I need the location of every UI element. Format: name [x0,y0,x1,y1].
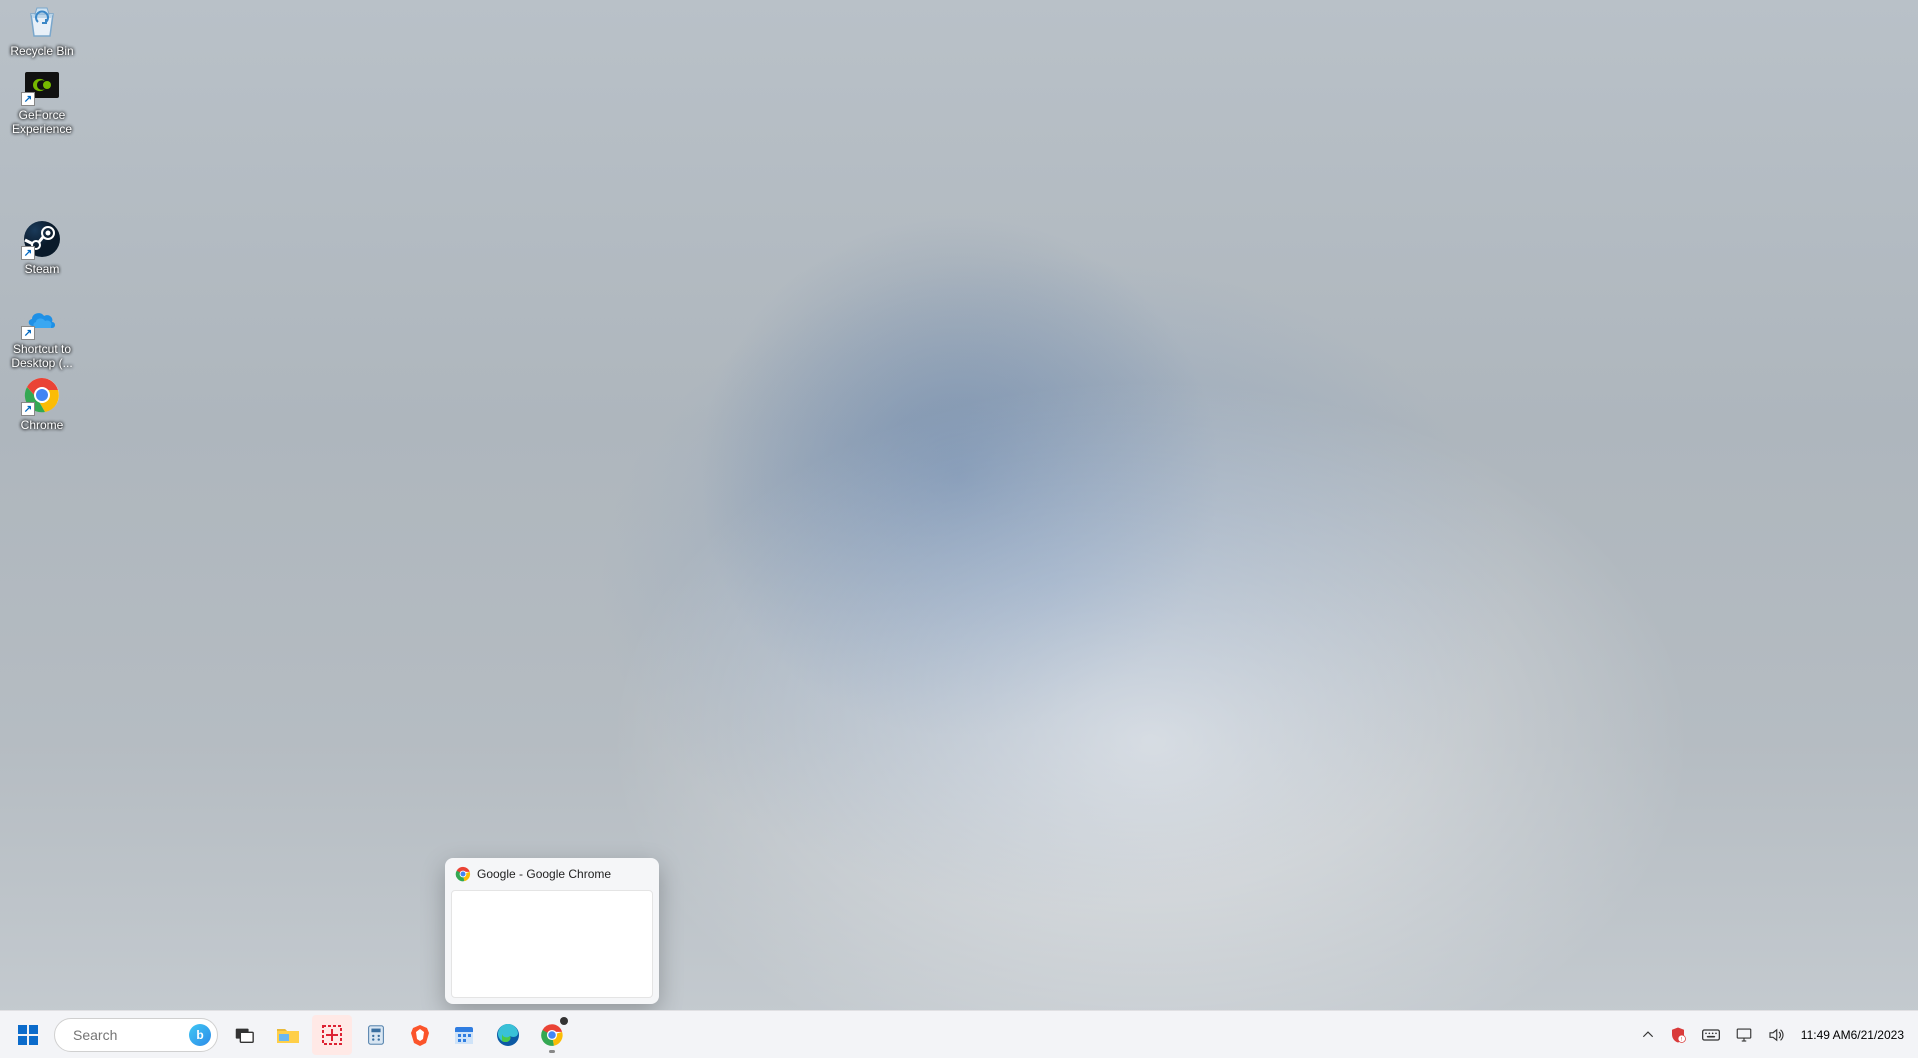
task-view-button[interactable] [224,1015,264,1055]
onedrive-icon [21,298,63,340]
folder-icon [275,1022,301,1048]
windows-logo-icon [16,1023,40,1047]
chrome-icon [21,374,63,416]
taskbar-search[interactable]: b [54,1018,218,1052]
shortcut-arrow-icon [21,402,35,416]
shield-icon: ! [1669,1026,1687,1044]
steam-icon [21,218,63,260]
shortcut-arrow-icon [21,326,35,340]
speaker-icon [1767,1026,1785,1044]
system-tray: ! [1635,1011,1912,1058]
brave-browser-button[interactable] [400,1015,440,1055]
clock-date: 6/21/2023 [1851,1028,1904,1042]
desktop-icon-label: Chrome [4,418,80,432]
taskbar: b [0,1010,1918,1058]
monitor-network-icon [1735,1026,1753,1044]
svg-text:!: ! [1681,1037,1682,1043]
desktop-icon-geforce[interactable]: GeForce Experience [4,64,80,136]
desktop-icon-steam[interactable]: Steam [4,218,80,276]
calendar-button[interactable] [444,1015,484,1055]
thumbnail-body[interactable] [451,890,653,998]
desktop-wallpaper[interactable] [0,0,1918,1058]
thumbnail-title: Google - Google Chrome [477,867,611,881]
shortcut-arrow-icon [21,246,35,260]
tray-network-button[interactable] [1729,1015,1759,1055]
chrome-icon [540,1023,564,1047]
desktop-icon-label: Recycle Bin [4,44,80,58]
desktop-icon-chrome[interactable]: Chrome [4,374,80,432]
calculator-button[interactable] [356,1015,396,1055]
brave-icon [408,1023,432,1047]
nvidia-icon [21,64,63,106]
recycle-bin-icon [21,0,63,42]
edge-icon [496,1023,520,1047]
clock-time: 11:49 AM [1801,1028,1851,1042]
taskbar-thumbnail-preview[interactable]: Google - Google Chrome [445,858,659,1004]
chevron-up-icon [1641,1028,1655,1042]
desktop-icon-label: Shortcut to Desktop (... [4,342,80,370]
chrome-icon [455,866,471,882]
keyboard-icon [1701,1025,1721,1045]
start-button[interactable] [8,1015,48,1055]
tray-keyboard-button[interactable] [1695,1015,1727,1055]
snipping-tool-icon [320,1023,344,1047]
tray-security-button[interactable]: ! [1663,1015,1693,1055]
tray-overflow-button[interactable] [1635,1015,1661,1055]
task-view-icon [233,1024,255,1046]
bing-chat-icon[interactable]: b [189,1024,211,1046]
desktop-icon-recycle-bin[interactable]: Recycle Bin [4,0,80,58]
desktop-icon-shortcut-desktop[interactable]: Shortcut to Desktop (... [4,298,80,370]
file-explorer-button[interactable] [268,1015,308,1055]
snipping-tool-button[interactable] [312,1015,352,1055]
desktop-icon-label: Steam [4,262,80,276]
chrome-browser-button[interactable] [532,1015,572,1055]
edge-browser-button[interactable] [488,1015,528,1055]
tray-volume-button[interactable] [1761,1015,1791,1055]
notification-dot-icon [560,1017,568,1025]
calendar-icon [452,1023,476,1047]
desktop-icon-label: GeForce Experience [4,108,80,136]
shortcut-arrow-icon [21,92,35,106]
calculator-icon [365,1024,387,1046]
taskbar-clock[interactable]: 11:49 AM 6/21/2023 [1793,1015,1912,1055]
